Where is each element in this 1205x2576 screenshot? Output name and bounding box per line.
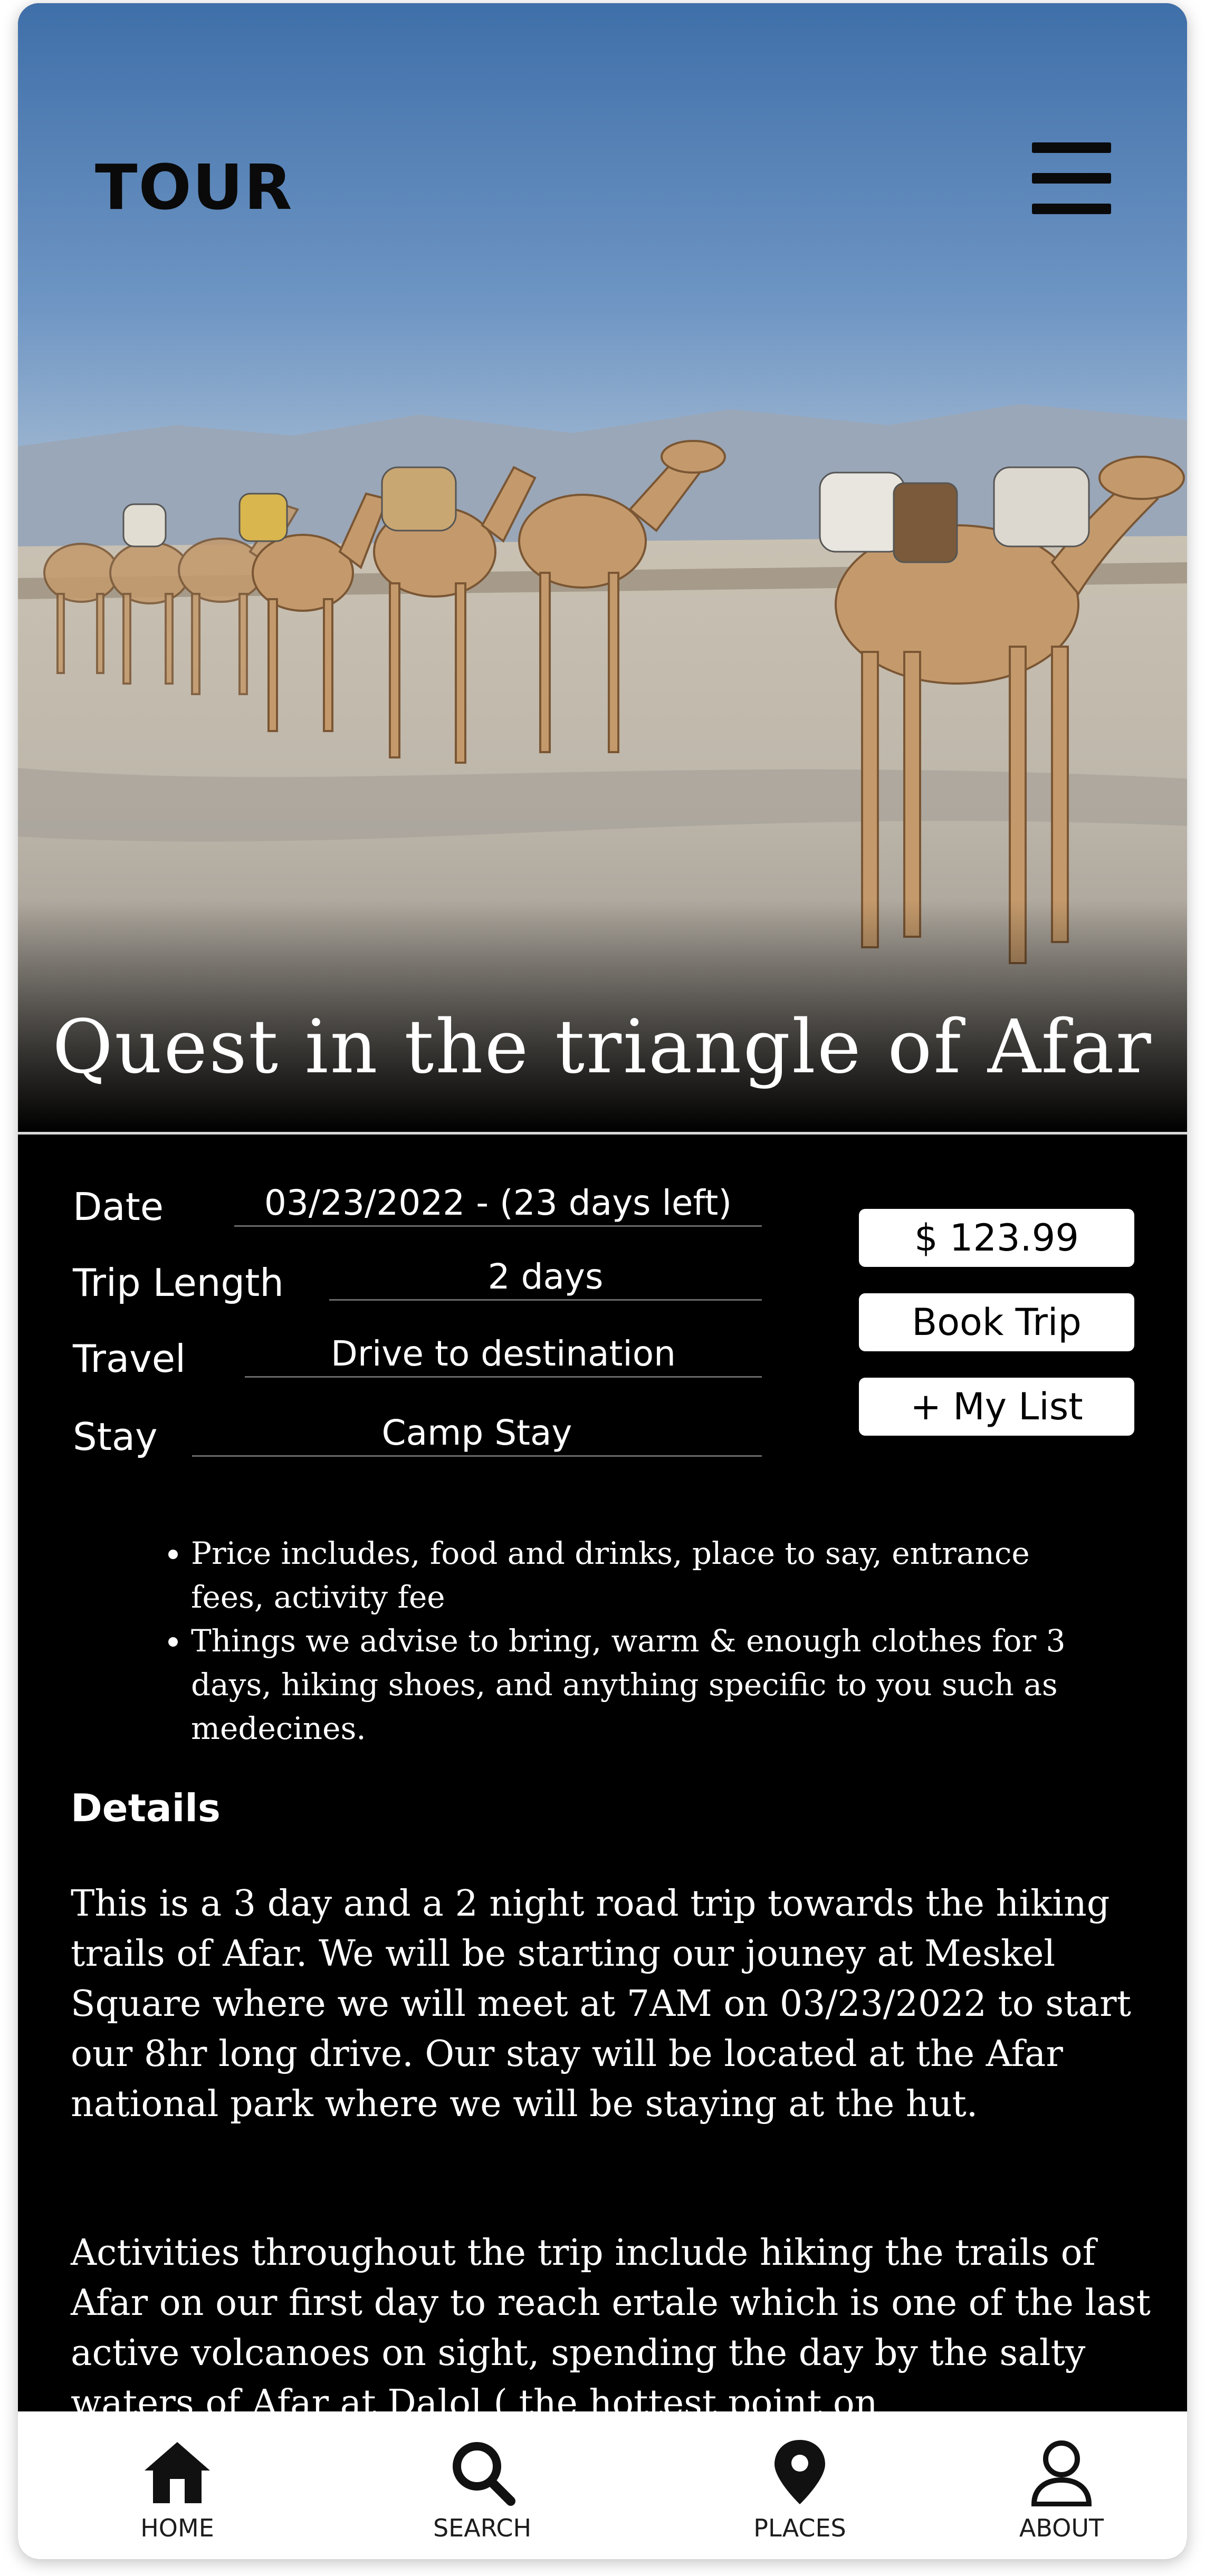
details-paragraph: This is a 3 day and a 2 night road trip … (71, 1883, 1131, 2125)
price-button[interactable]: $ 123.99 (859, 1209, 1134, 1267)
nav-item-about[interactable]: ABOUT (967, 2411, 1156, 2559)
details-heading: Details (71, 1786, 221, 1830)
stay-label: Stay (73, 1415, 158, 1459)
map-pin-icon (774, 2440, 825, 2504)
trip-title: Quest in the triangle of Afar (52, 1004, 1153, 1090)
nav-item-home[interactable]: HOME (82, 2411, 272, 2559)
date-label: Date (73, 1185, 164, 1229)
nav-item-places[interactable]: PLACES (705, 2411, 895, 2559)
travel-value: Drive to destination (245, 1333, 762, 1378)
search-icon (453, 2442, 515, 2506)
app-frame: TOUR Quest in the triangle of Afar Date … (18, 3, 1187, 2559)
list-item: Things we advise to bring, warm & enough… (191, 1619, 1102, 1751)
nav-label-search: SEARCH (433, 2514, 532, 2542)
hamburger-menu-icon[interactable] (1028, 137, 1117, 222)
details-paragraph: Activities throughout the trip include h… (71, 2232, 1151, 2424)
trip-notes-list: Price includes, food and drinks, place t… (157, 1532, 1102, 1751)
travel-label: Travel (73, 1337, 186, 1381)
hero-section: TOUR Quest in the triangle of Afar (18, 3, 1187, 1132)
list-item: Price includes, food and drinks, place t… (191, 1532, 1102, 1619)
add-to-my-list-button[interactable]: + My List (859, 1378, 1134, 1436)
trip-length-label: Trip Length (73, 1261, 284, 1305)
brand-logo[interactable]: TOUR (95, 151, 293, 224)
nav-label-places: PLACES (753, 2514, 846, 2542)
nav-label-about: ABOUT (1019, 2514, 1104, 2542)
home-icon (145, 2442, 210, 2503)
divider (18, 1132, 1187, 1135)
nav-label-home: HOME (140, 2514, 214, 2542)
user-icon (1031, 2440, 1092, 2506)
stay-value: Camp Stay (192, 1412, 762, 1457)
date-value: 03/23/2022 - (23 days left) (234, 1183, 762, 1227)
trip-length-value: 2 days (329, 1256, 762, 1301)
bottom-nav: HOME SEARCH PLACES ABOUT (18, 2411, 1187, 2559)
nav-item-search[interactable]: SEARCH (387, 2411, 577, 2559)
book-trip-button[interactable]: Book Trip (859, 1293, 1134, 1351)
